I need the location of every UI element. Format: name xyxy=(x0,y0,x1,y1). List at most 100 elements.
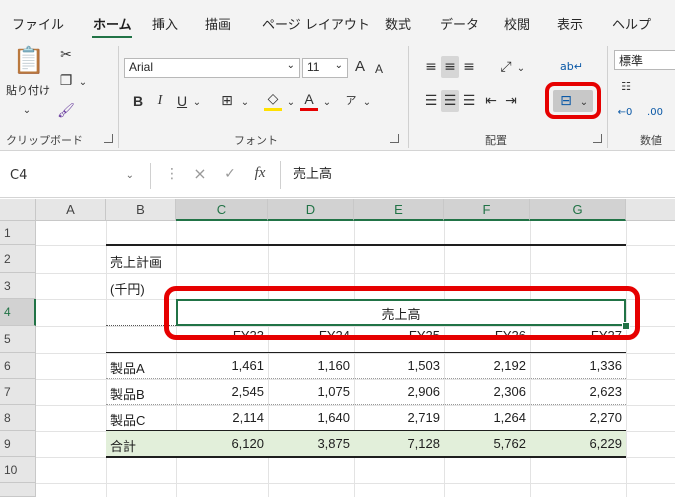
table-cell[interactable]: 1,075 xyxy=(268,384,350,399)
cut-icon[interactable]: ✂ xyxy=(56,46,76,64)
table-cell[interactable]: 1,503 xyxy=(354,358,440,373)
currency-format-icon[interactable]: ☷ xyxy=(616,78,636,96)
underline-button[interactable]: U xyxy=(174,92,190,110)
tab-view[interactable]: 表示 xyxy=(557,14,583,33)
grow-font-button[interactable]: A xyxy=(352,58,368,76)
table-cell[interactable]: 1,264 xyxy=(444,410,526,425)
increase-decimal-icon[interactable]: ←0 xyxy=(614,104,636,122)
table-cell[interactable]: 2,906 xyxy=(354,384,440,399)
phonetic-dropdown-icon[interactable]: ⌄ xyxy=(362,94,372,112)
copy-dropdown-icon[interactable]: ⌄ xyxy=(78,74,88,92)
table-cell[interactable]: 1,461 xyxy=(176,358,264,373)
italic-button[interactable]: I xyxy=(152,92,168,110)
font-color-button[interactable]: A xyxy=(300,90,318,111)
column-header-g[interactable]: G xyxy=(530,199,626,221)
tab-file[interactable]: ファイル xyxy=(12,14,64,33)
paste-icon[interactable]: 📋 xyxy=(12,44,46,78)
phonetic-guide-icon[interactable]: ア xyxy=(342,92,360,110)
table-cell[interactable]: 2,719 xyxy=(354,410,440,425)
borders-icon[interactable]: ⊞ xyxy=(218,92,236,110)
font-launcher-icon[interactable] xyxy=(390,134,399,143)
tab-draw[interactable]: 描画 xyxy=(205,14,231,33)
align-bottom-icon[interactable]: ≡ xyxy=(460,58,478,76)
table-cell[interactable]: 2,623 xyxy=(530,384,622,399)
column-header-b[interactable]: B xyxy=(106,199,176,221)
table-cell[interactable]: 2,545 xyxy=(176,384,264,399)
row-header-3[interactable]: 3 xyxy=(0,273,36,299)
paste-label[interactable]: 貼り付け xyxy=(6,82,50,98)
format-painter-icon[interactable]: 🖌 xyxy=(56,102,76,120)
row-header-2[interactable]: 2 xyxy=(0,245,36,273)
row-header-9[interactable]: 9 xyxy=(0,431,36,457)
sheet-title[interactable]: 売上計画 xyxy=(110,252,162,271)
align-center-icon[interactable]: ☰ xyxy=(441,92,459,110)
decrease-decimal-icon[interactable]: .00 xyxy=(644,104,666,122)
row-header-6[interactable]: 6 xyxy=(0,353,36,379)
tab-formulas[interactable]: 数式 xyxy=(385,14,411,33)
increase-indent-icon[interactable]: ⇥ xyxy=(502,92,520,110)
orientation-dropdown-icon[interactable]: ⌄ xyxy=(516,60,526,78)
table-cell[interactable]: 1,640 xyxy=(268,410,350,425)
align-right-icon[interactable]: ☰ xyxy=(460,92,478,110)
formula-input[interactable]: 売上高 xyxy=(280,161,675,189)
cancel-icon[interactable]: × xyxy=(192,165,208,183)
unit-label[interactable]: (千円) xyxy=(110,279,145,298)
total-cell[interactable]: 5,762 xyxy=(444,436,526,451)
column-header-f[interactable]: F xyxy=(444,199,530,221)
product-name[interactable]: 製品C xyxy=(110,410,145,429)
column-header-e[interactable]: E xyxy=(354,199,444,221)
alignment-launcher-icon[interactable] xyxy=(593,134,602,143)
row-header-5[interactable]: 5 xyxy=(0,326,36,353)
row-header-4[interactable]: 4 xyxy=(0,299,36,326)
product-name[interactable]: 製品B xyxy=(110,384,145,403)
wrap-text-icon[interactable]: ab↵ xyxy=(560,58,583,76)
total-cell[interactable]: 6,120 xyxy=(176,436,264,451)
tab-review[interactable]: 校閲 xyxy=(504,14,530,33)
row-header-11[interactable] xyxy=(0,483,36,497)
row-header-1[interactable]: 1 xyxy=(0,221,36,245)
total-cell[interactable]: 7,128 xyxy=(354,436,440,451)
row-header-7[interactable]: 7 xyxy=(0,379,36,405)
total-label[interactable]: 合計 xyxy=(110,436,136,455)
row-header-8[interactable]: 8 xyxy=(0,405,36,431)
column-header-h[interactable] xyxy=(626,199,675,221)
table-cell[interactable]: 2,306 xyxy=(444,384,526,399)
insert-function-icon[interactable]: fx xyxy=(250,164,270,182)
table-cell[interactable]: 2,192 xyxy=(444,358,526,373)
align-top-icon[interactable]: ≡ xyxy=(422,58,440,76)
shrink-font-button[interactable]: A xyxy=(372,60,386,78)
total-cell[interactable]: 6,229 xyxy=(530,436,622,451)
borders-dropdown-icon[interactable]: ⌄ xyxy=(240,94,250,112)
bold-button[interactable]: B xyxy=(130,92,146,110)
fill-color-dropdown-icon[interactable]: ⌄ xyxy=(286,94,296,112)
fill-color-icon[interactable]: ◇ xyxy=(264,90,282,111)
tab-data[interactable]: データ xyxy=(440,14,479,33)
table-cell[interactable]: 2,114 xyxy=(176,410,264,425)
total-cell[interactable]: 3,875 xyxy=(268,436,350,451)
product-name[interactable]: 製品A xyxy=(110,358,145,377)
font-color-dropdown-icon[interactable]: ⌄ xyxy=(322,94,332,112)
column-header-c[interactable]: C xyxy=(176,199,268,221)
table-cell[interactable]: 2,270 xyxy=(530,410,622,425)
tab-home[interactable]: ホーム xyxy=(93,14,132,33)
paste-dropdown-icon[interactable]: ⌄ xyxy=(20,102,34,120)
table-cell[interactable]: 1,160 xyxy=(268,358,350,373)
enter-icon[interactable]: ✓ xyxy=(222,165,238,183)
orientation-icon[interactable]: ⤢ xyxy=(496,58,516,76)
align-left-icon[interactable]: ☰ xyxy=(422,92,440,110)
column-header-a[interactable]: A xyxy=(36,199,106,221)
tab-help[interactable]: ヘルプ xyxy=(612,14,651,33)
name-box[interactable]: C4 ⌄ xyxy=(10,163,151,189)
copy-icon[interactable]: ❐ xyxy=(56,72,76,90)
tab-insert[interactable]: 挿入 xyxy=(152,14,178,33)
select-all-corner[interactable] xyxy=(0,199,36,221)
font-size-combo[interactable]: 11 ⌄ xyxy=(302,58,348,78)
clipboard-launcher-icon[interactable] xyxy=(104,134,113,143)
number-format-combo[interactable]: 標準 xyxy=(614,50,675,70)
decrease-indent-icon[interactable]: ⇤ xyxy=(482,92,500,110)
row-header-10[interactable]: 10 xyxy=(0,457,36,483)
font-name-combo[interactable]: Arial ⌄ xyxy=(124,58,300,78)
tab-page-layout[interactable]: ページ レイアウト xyxy=(262,14,370,33)
column-header-d[interactable]: D xyxy=(268,199,354,221)
align-middle-icon[interactable]: ≡ xyxy=(441,58,459,76)
